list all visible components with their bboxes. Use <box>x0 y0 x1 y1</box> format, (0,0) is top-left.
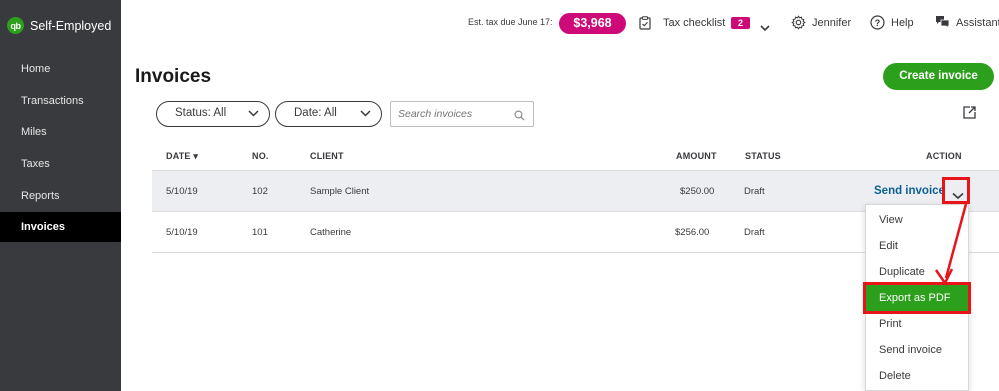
annotation-arrow <box>934 203 968 286</box>
